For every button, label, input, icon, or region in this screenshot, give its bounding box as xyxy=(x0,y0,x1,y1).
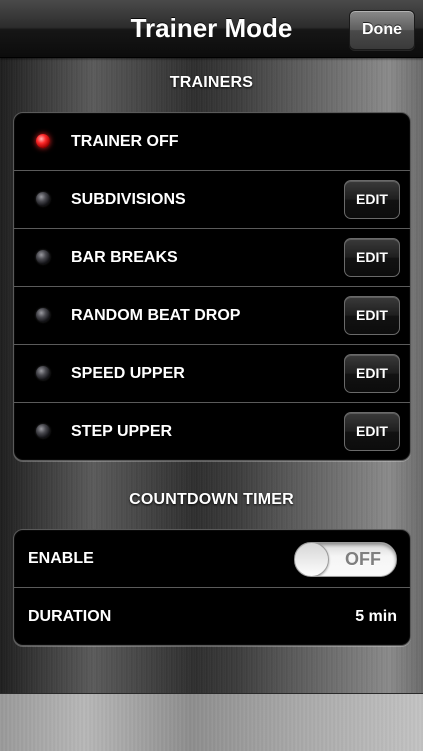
gray-led-indicator-icon xyxy=(36,366,50,380)
duration-row[interactable]: DURATION 5 min xyxy=(14,588,410,645)
gray-led-indicator-icon xyxy=(36,308,50,322)
navigation-bar: Trainer Mode Done xyxy=(0,0,423,58)
trainers-list: TRAINER OFF SUBDIVISIONS EDIT BAR BREAKS… xyxy=(13,112,411,461)
trainer-label: SUBDIVISIONS xyxy=(71,191,186,208)
trainer-row-random-beat-drop[interactable]: RANDOM BEAT DROP EDIT xyxy=(14,287,410,345)
edit-speed-upper-button[interactable]: EDIT xyxy=(344,354,400,393)
trainer-label: STEP UPPER xyxy=(71,423,173,440)
duration-label: DURATION xyxy=(28,608,112,625)
toggle-state-text: OFF xyxy=(345,549,381,569)
trainer-row-trainer-off[interactable]: TRAINER OFF xyxy=(14,113,410,171)
gray-led-indicator-icon xyxy=(36,192,50,206)
edit-bar-breaks-button[interactable]: EDIT xyxy=(344,238,400,277)
edit-random-beat-drop-button[interactable]: EDIT xyxy=(344,296,400,335)
edit-step-upper-button[interactable]: EDIT xyxy=(344,412,400,451)
trainer-row-bar-breaks[interactable]: BAR BREAKS EDIT xyxy=(14,229,410,287)
enable-toggle[interactable]: OFF xyxy=(294,542,397,577)
trainer-label: RANDOM BEAT DROP xyxy=(71,307,241,324)
trainer-row-step-upper[interactable]: STEP UPPER EDIT xyxy=(14,403,410,460)
trainer-label: TRAINER OFF xyxy=(71,133,179,150)
done-button[interactable]: Done xyxy=(349,10,415,50)
enable-row: ENABLE OFF xyxy=(14,530,410,588)
countdown-section-header: COUNTDOWN TIMER xyxy=(129,491,294,508)
toggle-knob xyxy=(295,543,329,576)
enable-label: ENABLE xyxy=(28,550,94,567)
trainer-label: SPEED UPPER xyxy=(71,365,185,382)
gray-led-indicator-icon xyxy=(36,424,50,438)
red-led-indicator-icon xyxy=(36,134,50,148)
trainers-section-header: TRAINERS xyxy=(169,74,254,91)
trainer-row-subdivisions[interactable]: SUBDIVISIONS EDIT xyxy=(14,171,410,229)
trainer-label: BAR BREAKS xyxy=(71,249,178,266)
bottom-toolbar xyxy=(0,693,423,751)
edit-subdivisions-button[interactable]: EDIT xyxy=(344,180,400,219)
countdown-list: ENABLE OFF DURATION 5 min xyxy=(13,529,411,646)
duration-value: 5 min xyxy=(355,608,397,625)
gray-led-indicator-icon xyxy=(36,250,50,264)
trainer-row-speed-upper[interactable]: SPEED UPPER EDIT xyxy=(14,345,410,403)
